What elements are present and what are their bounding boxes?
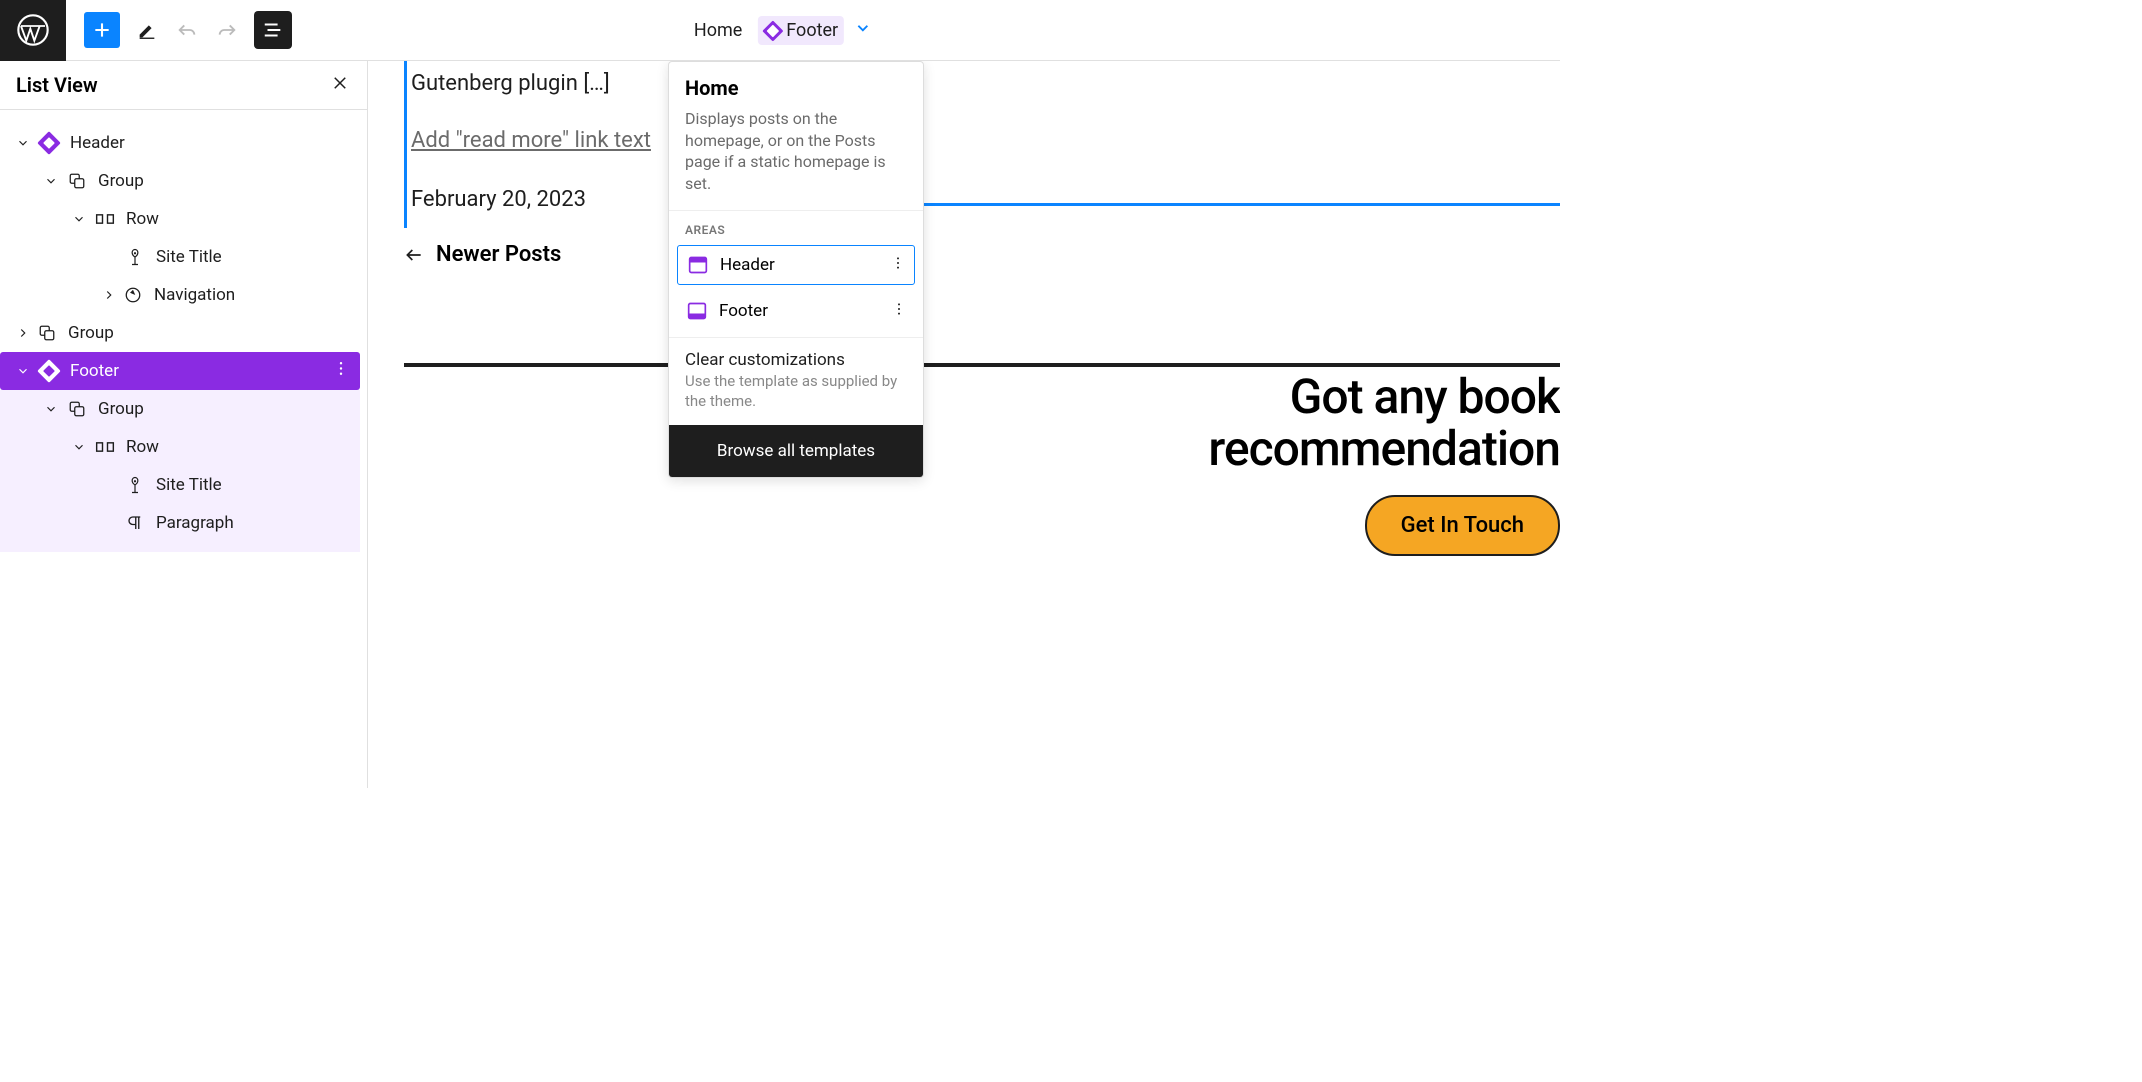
tree-group[interactable]: Group — [0, 162, 360, 200]
tree-item-label: Group — [98, 171, 144, 191]
listview-icon — [262, 19, 284, 41]
edit-tool-button[interactable] — [134, 17, 160, 43]
popup-areas-label: AREAS — [669, 210, 923, 245]
toolbar-left-group — [66, 11, 292, 49]
breadcrumb-dropdown-toggle[interactable] — [854, 19, 872, 42]
footer-heading[interactable]: Got any bookrecommendation — [910, 371, 1560, 475]
undo-icon — [176, 19, 198, 41]
tree-item-label: Site Title — [156, 247, 222, 267]
tree-site-title[interactable]: Site Title — [0, 238, 360, 276]
tree-item-label: Header — [70, 133, 125, 153]
list-view-sidebar: List View Header Group Row Site Title — [0, 61, 368, 788]
sidebar-title: List View — [16, 73, 98, 97]
top-toolbar: Home Footer — [0, 0, 1560, 61]
tree-item-label: Row — [126, 209, 159, 229]
tree-site-title[interactable]: Site Title — [0, 466, 360, 504]
tree-footer-children: Group Row Site Title Paragraph — [0, 390, 360, 552]
row-icon — [94, 208, 116, 230]
arrow-left-icon — [404, 245, 424, 265]
site-title-icon — [124, 246, 146, 268]
breadcrumb-footer[interactable]: Footer — [758, 16, 844, 45]
sidebar-close-button[interactable] — [331, 74, 349, 96]
navigation-icon — [122, 284, 144, 306]
group-icon — [66, 170, 88, 192]
breadcrumb: Home Footer — [688, 0, 872, 61]
undo-button[interactable] — [174, 17, 200, 43]
breadcrumb-current-label: Footer — [786, 20, 838, 41]
tree-item-label: Footer — [70, 361, 119, 381]
chevron-down-icon[interactable] — [14, 136, 32, 150]
tree-row[interactable]: Row — [0, 428, 360, 466]
template-part-icon — [764, 22, 782, 40]
area-header-item[interactable]: Header — [677, 245, 915, 285]
newer-posts-label: Newer Posts — [436, 242, 561, 267]
sidebar-header: List View — [0, 61, 367, 110]
row-icon — [94, 436, 116, 458]
chevron-down-icon[interactable] — [14, 364, 32, 378]
tree-footer[interactable]: Footer — [0, 352, 360, 390]
area-item-options[interactable] — [891, 301, 907, 322]
tree-item-label: Paragraph — [156, 513, 234, 533]
area-item-options[interactable] — [890, 255, 906, 276]
tree-header[interactable]: Header — [0, 124, 360, 162]
pencil-icon — [136, 19, 158, 41]
chevron-down-icon[interactable] — [70, 212, 88, 226]
site-title-icon — [124, 474, 146, 496]
footer-separator — [404, 363, 1560, 367]
listview-button[interactable] — [254, 11, 292, 49]
header-area-icon — [688, 255, 708, 275]
close-icon — [331, 74, 349, 92]
area-item-label: Header — [720, 255, 775, 275]
chevron-down-icon[interactable] — [42, 174, 60, 188]
popup-title: Home — [685, 76, 907, 100]
template-dropdown-popup: Home Displays posts on the homepage, or … — [668, 61, 924, 478]
clear-description: Use the template as supplied by the them… — [685, 372, 907, 411]
template-part-icon — [38, 132, 60, 154]
group-icon — [66, 398, 88, 420]
tree-item-label: Navigation — [154, 285, 235, 305]
wordpress-icon — [17, 14, 49, 46]
clear-title: Clear customizations — [685, 350, 907, 370]
tree-item-label: Site Title — [156, 475, 222, 495]
chevron-down-icon — [854, 19, 872, 37]
selection-outline — [924, 203, 1560, 206]
tree-paragraph[interactable]: Paragraph — [0, 504, 360, 542]
tree-row[interactable]: Row — [0, 200, 360, 238]
tree-item-options[interactable] — [332, 360, 350, 383]
redo-button[interactable] — [214, 17, 240, 43]
tree-item-label: Row — [126, 437, 159, 457]
add-block-button[interactable] — [84, 12, 120, 48]
tree-group[interactable]: Group — [0, 390, 360, 428]
redo-icon — [216, 19, 238, 41]
tree-navigation[interactable]: Navigation — [0, 276, 360, 314]
area-footer-item[interactable]: Footer — [677, 291, 915, 331]
tree-item-label: Group — [98, 399, 144, 419]
tree-group[interactable]: Group — [0, 314, 360, 352]
chevron-down-icon[interactable] — [70, 440, 88, 454]
plus-icon — [92, 20, 112, 40]
footer-area-icon — [687, 301, 707, 321]
editor-canvas: Gutenberg plugin […] Add "read more" lin… — [368, 61, 1560, 788]
chevron-right-icon[interactable] — [14, 326, 32, 340]
group-icon — [36, 322, 58, 344]
footer-preview[interactable]: Got any bookrecommendation Get In Touch — [910, 371, 1560, 556]
chevron-down-icon[interactable] — [42, 402, 60, 416]
clear-customizations[interactable]: Clear customizations Use the template as… — [669, 337, 923, 425]
get-in-touch-button[interactable]: Get In Touch — [1365, 495, 1560, 556]
breadcrumb-home[interactable]: Home — [688, 16, 748, 45]
popup-description: Displays posts on the homepage, or on th… — [685, 108, 907, 194]
area-item-label: Footer — [719, 301, 768, 321]
paragraph-icon — [124, 512, 146, 534]
browse-templates-button[interactable]: Browse all templates — [669, 425, 923, 477]
tree-item-label: Group — [68, 323, 114, 343]
template-part-icon — [38, 360, 60, 382]
block-tree: Header Group Row Site Title Navigation G… — [0, 110, 360, 552]
wordpress-logo-button[interactable] — [0, 0, 66, 61]
chevron-right-icon[interactable] — [100, 288, 118, 302]
popup-info: Home Displays posts on the homepage, or … — [669, 62, 923, 210]
read-more-link[interactable]: Add "read more" link text — [411, 124, 651, 157]
